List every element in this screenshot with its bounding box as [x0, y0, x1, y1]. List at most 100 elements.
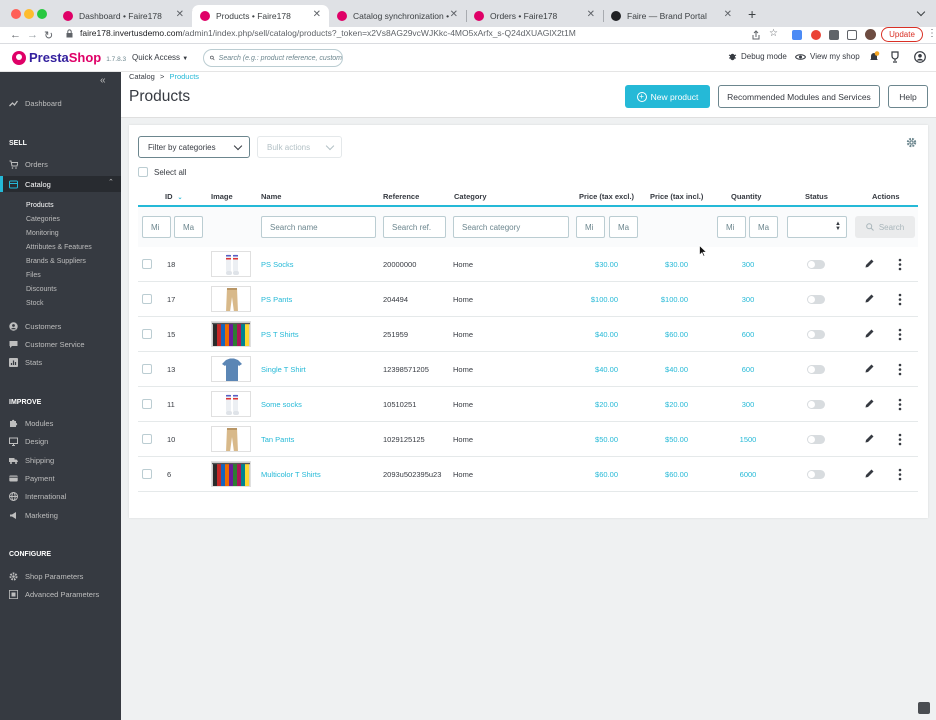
column-header-id[interactable]: ID ⌄ [165, 192, 183, 201]
sidebar-item-dashboard[interactable]: Dashboard [0, 99, 121, 108]
row-checkbox[interactable] [142, 434, 152, 444]
column-header-category[interactable]: Category [454, 192, 487, 201]
maximize-window-button[interactable] [37, 9, 47, 19]
url-field[interactable]: faire178.invertusdemo.com/admin1/index.p… [66, 28, 576, 38]
filter-by-categories-dropdown[interactable]: Filter by categories [138, 136, 250, 158]
product-price-excl[interactable]: $60.00 [578, 470, 618, 479]
table-row[interactable]: 18 PS Socks 20000000 Home $30.00 $30.00 300 [138, 247, 918, 282]
sidebar-sub-products[interactable]: Products [26, 202, 54, 209]
product-price-incl[interactable]: $50.00 [648, 435, 688, 444]
update-button[interactable]: Update [881, 27, 923, 42]
product-quantity[interactable]: 6000 [728, 470, 768, 479]
quick-access-dropdown[interactable]: Quick Access ▼ [132, 53, 188, 62]
product-image[interactable] [211, 286, 251, 312]
admin-search-input[interactable]: Search (e.g.: product reference, custom [203, 49, 343, 67]
product-price-excl[interactable]: $30.00 [578, 260, 618, 269]
sidebar-item-shop-parameters[interactable]: Shop Parameters [0, 572, 121, 581]
product-name-link[interactable]: PS Pants [261, 295, 292, 304]
product-price-excl[interactable]: $40.00 [578, 365, 618, 374]
select-all-checkbox[interactable] [138, 167, 148, 177]
product-quantity[interactable]: 600 [728, 330, 768, 339]
search-button[interactable]: Search [855, 216, 915, 238]
table-row[interactable]: 10 Tan Pants 1029125125 Home $50.00 $50.00 150… [138, 422, 918, 457]
status-filter-select[interactable]: ▲ ▼ [787, 216, 847, 238]
extension-red-icon[interactable] [811, 30, 821, 40]
recommended-modules-button[interactable]: Recommended Modules and Services [718, 85, 880, 108]
product-image[interactable] [211, 391, 251, 417]
product-price-excl[interactable]: $50.00 [578, 435, 618, 444]
close-tab-icon[interactable]: ✕ [313, 9, 321, 20]
help-button[interactable]: Help [888, 85, 928, 108]
status-toggle[interactable] [807, 470, 825, 479]
product-name-link[interactable]: PS Socks [261, 260, 294, 269]
sidebar-sub-monitoring[interactable]: Monitoring [26, 230, 59, 237]
product-price-incl[interactable]: $40.00 [648, 365, 688, 374]
status-toggle[interactable] [807, 365, 825, 374]
back-icon[interactable]: ← [10, 29, 21, 41]
sidebar-item-catalog[interactable]: Catalog ⌃ [0, 176, 121, 192]
product-price-incl[interactable]: $60.00 [648, 470, 688, 479]
product-quantity[interactable]: 300 [728, 295, 768, 304]
product-quantity[interactable]: 300 [728, 400, 768, 409]
more-actions-icon[interactable] [898, 258, 902, 271]
product-price-incl[interactable]: $100.00 [648, 295, 688, 304]
extension-blue-icon[interactable] [792, 30, 802, 40]
status-toggle[interactable] [807, 330, 825, 339]
table-row[interactable]: 13 Single T Shirt 12398571205 Home $40.00 $40… [138, 352, 918, 387]
sidebar-item-international[interactable]: International [0, 492, 121, 501]
profile-avatar[interactable] [865, 29, 876, 40]
id-max-input[interactable]: Ma [174, 216, 203, 238]
debug-mode-link[interactable]: Debug mode [728, 52, 787, 61]
collapse-sidebar-icon[interactable]: « [100, 75, 106, 86]
more-actions-icon[interactable] [898, 328, 902, 341]
product-quantity[interactable]: 1500 [728, 435, 768, 444]
product-price-excl[interactable]: $100.00 [578, 295, 618, 304]
product-price-incl[interactable]: $30.00 [648, 260, 688, 269]
sidebar-item-modules[interactable]: Modules [0, 419, 121, 428]
share-icon[interactable] [751, 30, 761, 40]
status-toggle[interactable] [807, 295, 825, 304]
product-name-link[interactable]: Tan Pants [261, 435, 294, 444]
category-filter-input[interactable]: Search category [453, 216, 569, 238]
view-my-shop-link[interactable]: View my shop [795, 52, 860, 61]
tab-search-icon[interactable] [916, 7, 926, 17]
browser-tab-orders[interactable]: Orders • Faire178 ✕ [466, 5, 604, 27]
status-toggle[interactable] [807, 260, 825, 269]
more-actions-icon[interactable] [898, 363, 902, 376]
row-checkbox[interactable] [142, 294, 152, 304]
sidebar-sub-brands-suppliers[interactable]: Brands & Suppliers [26, 258, 86, 265]
sidebar-item-advanced-parameters[interactable]: Advanced Parameters [0, 590, 121, 599]
extension-dark-icon[interactable] [829, 30, 839, 40]
close-tab-icon[interactable]: ✕ [724, 9, 732, 20]
breadcrumb-catalog[interactable]: Catalog [129, 72, 155, 81]
sidebar-sub-attributes-features[interactable]: Attributes & Features [26, 244, 92, 251]
sidebar-item-stats[interactable]: Stats [0, 358, 121, 367]
table-row[interactable]: 17 PS Pants 204494 Home $100.00 $100.00 300 [138, 282, 918, 317]
product-name-link[interactable]: Some socks [261, 400, 302, 409]
product-price-incl[interactable]: $20.00 [648, 400, 688, 409]
column-header-reference[interactable]: Reference [383, 192, 419, 201]
more-actions-icon[interactable] [898, 468, 902, 481]
row-checkbox[interactable] [142, 329, 152, 339]
product-image[interactable] [211, 356, 251, 382]
row-checkbox[interactable] [142, 399, 152, 409]
name-filter-input[interactable]: Search name [261, 216, 376, 238]
price-min-input[interactable]: Mi [576, 216, 605, 238]
reload-icon[interactable]: ↻ [44, 29, 53, 42]
table-row[interactable]: 15 PS T Shirts 251959 Home $40.00 $60.00 600 [138, 317, 918, 352]
edit-pencil-icon[interactable] [864, 433, 875, 444]
more-actions-icon[interactable] [898, 293, 902, 306]
browser-tab-faire[interactable]: Faire — Brand Portal ✕ [603, 5, 740, 27]
id-min-input[interactable]: Mi [142, 216, 171, 238]
reference-filter-input[interactable]: Search ref. [383, 216, 446, 238]
edit-pencil-icon[interactable] [864, 258, 875, 269]
browser-tab-products[interactable]: Products • Faire178 ✕ [192, 5, 329, 27]
table-row[interactable]: 6 Multicolor T Shirts 2093u502395u23 Home $6… [138, 457, 918, 492]
column-header-price-incl[interactable]: Price (tax incl.) [650, 192, 703, 201]
close-tab-icon[interactable]: ✕ [450, 9, 458, 20]
debug-toolbar-toggle[interactable] [918, 702, 930, 714]
new-tab-icon[interactable]: + [748, 6, 756, 22]
breadcrumb-products[interactable]: Products [169, 72, 199, 81]
product-name-link[interactable]: Multicolor T Shirts [261, 470, 321, 479]
quantity-max-input[interactable]: Ma [749, 216, 778, 238]
